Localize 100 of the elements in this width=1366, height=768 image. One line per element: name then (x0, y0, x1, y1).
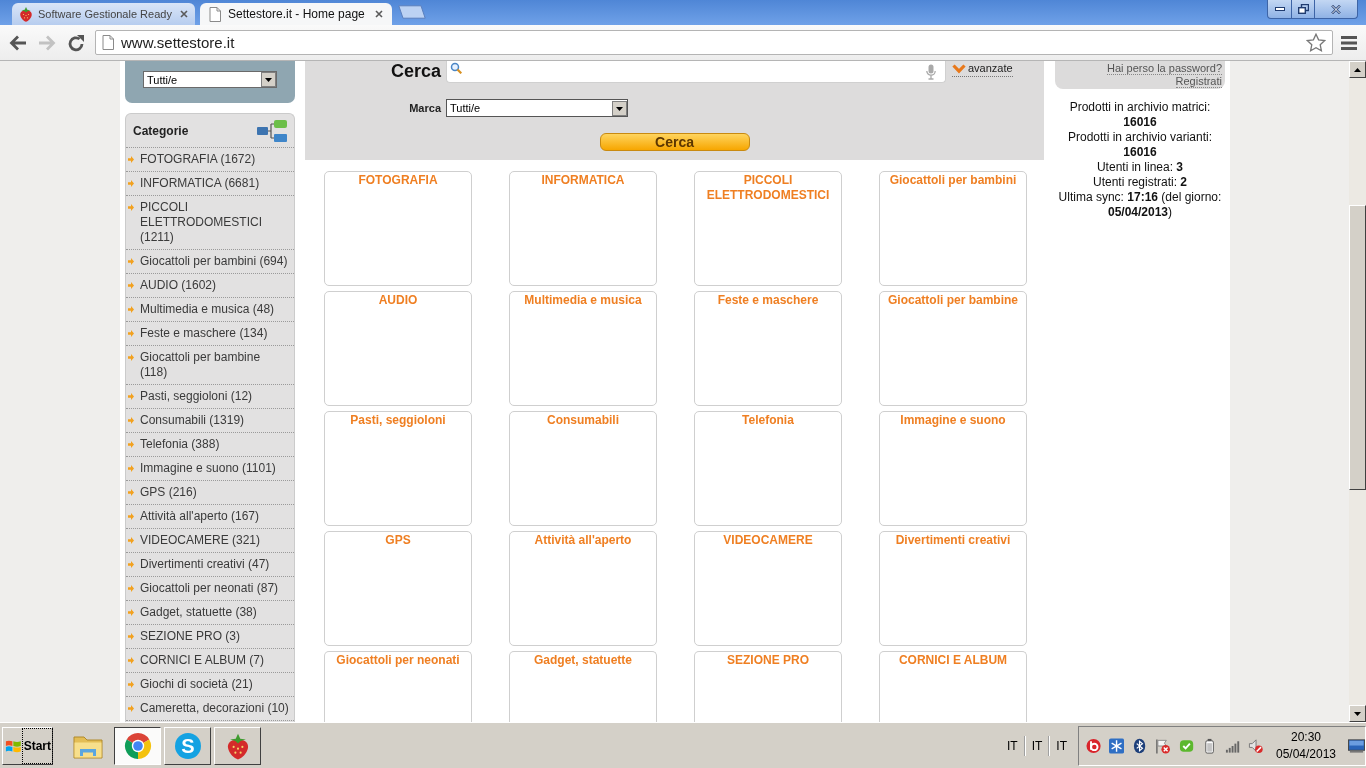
close-icon[interactable] (375, 10, 383, 18)
speaker-muted-icon[interactable] (1247, 737, 1263, 754)
category-link[interactable]: VIDEOCAMERE (321) (126, 529, 294, 553)
category-link[interactable]: CORNICI E ALBUM (7) (126, 649, 294, 673)
arrow-icon (128, 441, 134, 448)
arrow-icon (128, 657, 134, 664)
minimize-icon (1274, 7, 1285, 11)
arrow-icon (128, 489, 134, 496)
stat-text: Prodotti in archivio matrici: 16016 (1068, 100, 1212, 130)
flag-error-icon[interactable] (1155, 737, 1171, 754)
sitemap-icon (256, 118, 288, 143)
browser-icon[interactable] (123, 731, 152, 760)
category-link[interactable]: Gadget, statuette (38) (126, 601, 294, 625)
category-link[interactable]: Giocattoli per bambini (694) (126, 250, 294, 274)
arrow-icon (128, 705, 134, 712)
category-link[interactable]: Consumabili (1319) (126, 409, 294, 433)
stat-text: Prodotti in archivio varianti: 16016 (1066, 130, 1214, 160)
category-link[interactable]: Pasti, seggioloni (12) (126, 385, 294, 409)
arrow-icon (128, 633, 134, 640)
disc-logo-icon[interactable] (1086, 737, 1102, 754)
close-icon (1331, 4, 1341, 14)
arrow-icon (128, 417, 134, 424)
stat-text: Utenti registrati: 2 (1091, 175, 1189, 190)
scroll-up-button[interactable] (1349, 61, 1366, 78)
category-link[interactable]: Giocattoli per bambine (118) (126, 346, 294, 385)
category-link[interactable]: FOTOGRAFIA (1672) (126, 148, 294, 172)
search-label: Cerca (389, 61, 441, 81)
arrow-icon (128, 204, 134, 211)
start-button[interactable]: Start (2, 726, 53, 765)
category-link[interactable]: Telefonia (388) (126, 433, 294, 457)
check-icon[interactable] (1178, 737, 1194, 754)
restore-button[interactable] (1292, 0, 1315, 19)
restore-icon (1297, 4, 1309, 14)
monitor-icon[interactable] (1348, 738, 1365, 753)
category-link[interactable]: Multimedia e musica (48) (126, 298, 294, 322)
category-link[interactable]: Giochi di società (21) (126, 673, 294, 697)
up-arrow-icon (1354, 67, 1361, 72)
register-link[interactable]: Registrati (1175, 75, 1222, 88)
filter-select[interactable]: Tutti/e (143, 71, 277, 88)
arrow-icon (128, 609, 134, 616)
stat-text: Ultima sync: 17:16 (del giorno: 05/04/2013) (1057, 190, 1223, 220)
category-link[interactable]: PICCOLI ELETTRODOMESTICI (1211) (126, 196, 294, 250)
snowflake-icon[interactable] (1109, 737, 1125, 754)
category-link[interactable]: Feste e maschere (134) (126, 322, 294, 346)
category-link[interactable]: Divertimenti creativi (47) (126, 553, 294, 577)
arrow-icon (128, 537, 134, 544)
address-field[interactable]: www.settestore.it (95, 30, 1333, 55)
search-button[interactable]: Cerca (599, 133, 750, 151)
language-indicator[interactable]: IT (1001, 738, 1024, 753)
category-link[interactable]: GPS (216) (126, 481, 294, 505)
page-icon (102, 35, 114, 50)
scrollbar-thumb[interactable] (1349, 205, 1366, 490)
categories-heading: Categorie (133, 123, 189, 138)
arrow-icon (128, 330, 134, 337)
browser-tab[interactable]: Settestore.it - Home page (200, 3, 392, 25)
scrollbar[interactable] (1349, 61, 1366, 722)
arrow-icon (128, 354, 134, 361)
arrow-icon (128, 681, 134, 688)
category-link[interactable]: SEZIONE PRO (3) (126, 625, 294, 649)
arrow-icon (128, 156, 134, 163)
reload-icon[interactable] (67, 33, 85, 52)
caret-icon[interactable] (612, 100, 627, 116)
taskbar-button[interactable] (114, 726, 161, 765)
minimize-button[interactable] (1267, 0, 1292, 19)
close-button[interactable] (1315, 0, 1358, 19)
category-link[interactable]: AUDIO (1602) (126, 274, 294, 298)
category-link[interactable]: Cameretta, decorazioni (10) (126, 697, 294, 721)
page-icon (209, 6, 221, 22)
back-icon[interactable] (9, 34, 27, 51)
caret-icon[interactable] (261, 72, 276, 87)
arrow-icon (128, 561, 134, 568)
close-icon[interactable] (180, 10, 188, 18)
advanced-search-link[interactable]: avanzate (952, 62, 1013, 77)
star-icon[interactable] (1306, 33, 1326, 52)
category-link[interactable]: Attività all'aperto (167) (126, 505, 294, 529)
brand-select[interactable]: Tutti/e (446, 99, 628, 117)
arrow-icon (128, 465, 134, 472)
category-link[interactable]: INFORMATICA (6681) (126, 172, 294, 196)
bluetooth-icon[interactable] (1132, 737, 1148, 754)
brand-label: Marca (408, 102, 441, 114)
search-field[interactable] (446, 61, 946, 83)
category-link[interactable]: Immagine e suono (1101) (126, 457, 294, 481)
arrow-icon (128, 306, 134, 313)
strawberry-icon (18, 6, 34, 22)
arrow-icon (128, 282, 134, 289)
lost-password-link[interactable]: Hai perso la password? (1107, 62, 1222, 75)
language-indicator[interactable]: IT (1050, 738, 1073, 753)
browser-tab[interactable]: Software Gestionale Ready (12, 3, 195, 25)
scroll-down-button[interactable] (1349, 705, 1366, 722)
arrow-icon (128, 258, 134, 265)
menu-icon[interactable] (1341, 35, 1357, 50)
language-indicator[interactable]: IT (1025, 738, 1049, 753)
stat-text: Utenti in linea: 3 (1095, 160, 1185, 175)
category-link[interactable]: Giocattoli per neonati (87) (126, 577, 294, 601)
down-arrow-icon (1354, 711, 1361, 716)
clock-date: 05/04/2013 (1275, 745, 1337, 763)
arrow-icon (128, 393, 134, 400)
arrow-icon (128, 513, 134, 520)
arrow-icon (128, 585, 134, 592)
arrow-icon (128, 180, 134, 187)
